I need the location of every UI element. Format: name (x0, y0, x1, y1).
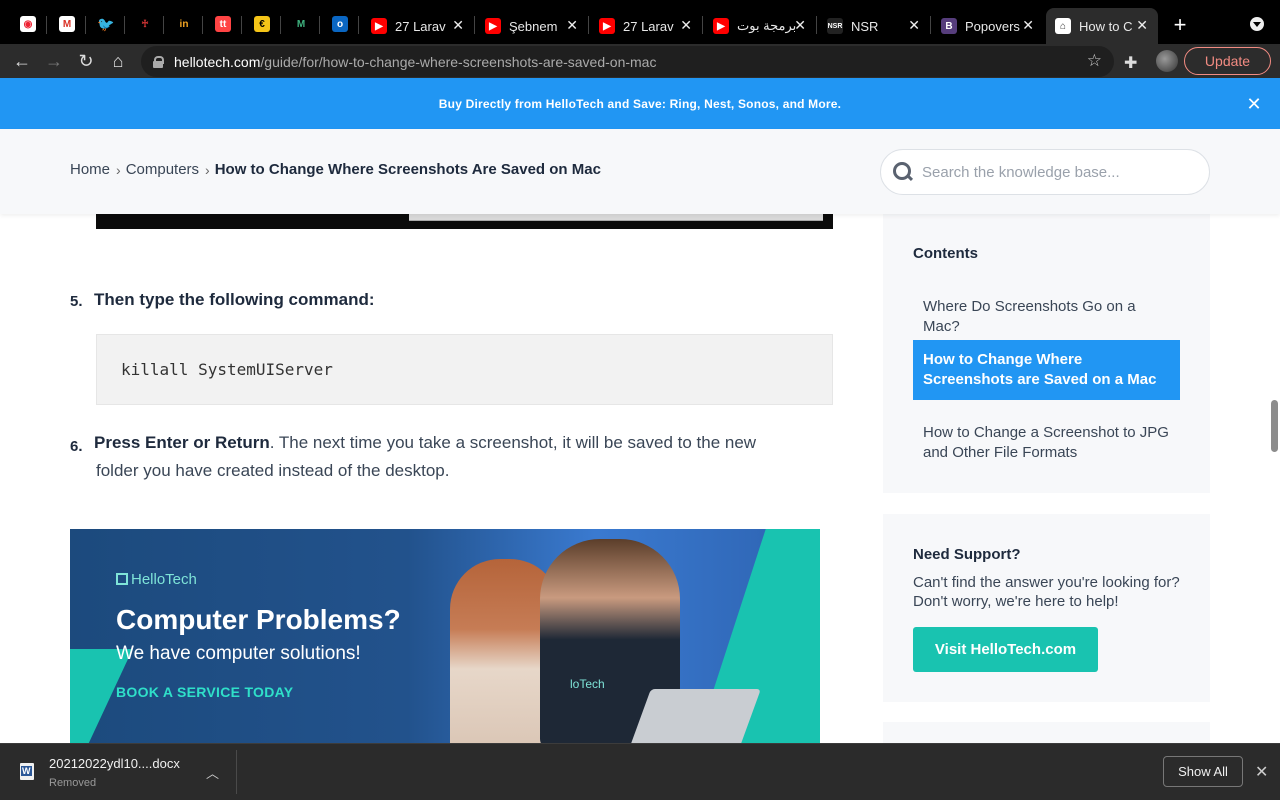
download-shelf: 20212022ydl10....docx Removed ︿ Show All… (0, 743, 1280, 800)
support-panel: Need Support? Can't find the answer you'… (883, 514, 1210, 702)
promo-banner[interactable]: Buy Directly from HelloTech and Save: Ri… (0, 78, 1280, 129)
tab-title: How to C (1079, 18, 1133, 34)
chevron-right-icon: › (205, 161, 210, 178)
pinned-tab-icon[interactable]: ◉ (20, 16, 36, 32)
search-input[interactable] (922, 163, 1192, 181)
show-all-button[interactable]: Show All (1163, 756, 1243, 787)
shirt-logo-text: loTech (570, 677, 605, 691)
tab-title: NSR (851, 18, 879, 34)
nsr-icon: NSR (827, 18, 843, 34)
ad-headline: Computer Problems? (116, 604, 401, 635)
browser-tab[interactable]: ▶ برمجة بوت ✕ (704, 8, 816, 44)
step-text-continued: folder you have created instead of the d… (96, 461, 450, 480)
hellotech-logo: HelloTech (116, 571, 197, 588)
gmail-icon[interactable]: M (59, 16, 75, 32)
house-icon (116, 572, 128, 585)
step-text: Then type the following command: (94, 290, 375, 309)
close-tab-icon[interactable]: ✕ (794, 17, 806, 34)
chevron-up-icon[interactable]: ︿ (206, 763, 219, 782)
browser-tab[interactable]: ▶ Şebnem ✕ (476, 8, 588, 44)
code-text: killall SystemUIServer (121, 360, 333, 379)
scrollbar-thumb[interactable] (1271, 400, 1278, 452)
ad-banner[interactable]: HelloTech Computer Problems? We have com… (70, 529, 820, 743)
home-button[interactable]: ⌂ (105, 48, 131, 74)
support-title: Need Support? (913, 546, 1021, 563)
book-service-link[interactable]: BOOK A SERVICE TODAY (116, 684, 293, 700)
support-text: Can't find the answer you're looking for… (913, 574, 1180, 610)
step-text: Press Enter or Return. The next time you… (94, 433, 757, 452)
tab-title: Şebnem (509, 18, 558, 34)
reload-button[interactable]: ↻ (73, 48, 99, 74)
search-icon (893, 162, 913, 182)
bootstrap-icon: B (941, 18, 957, 34)
forward-button[interactable]: → (41, 48, 67, 74)
pinned-tab-icon[interactable]: ♰ (137, 16, 153, 32)
close-tab-icon[interactable]: ✕ (908, 17, 920, 34)
browser-tab[interactable]: B Popovers ✕ (932, 8, 1044, 44)
invision-icon[interactable]: in (176, 16, 192, 32)
new-tab-button[interactable]: + (1168, 12, 1192, 38)
youtube-icon: ▶ (599, 18, 615, 34)
pinned-tab-icon[interactable]: M (293, 16, 309, 32)
youtube-icon: ▶ (371, 18, 387, 34)
toc-item[interactable]: Where Do Screenshots Go on a Mac? (913, 287, 1180, 347)
tt-icon[interactable]: tt (215, 16, 231, 32)
back-button[interactable]: ← (9, 48, 35, 74)
browser-tab[interactable]: ▶ 27 Larav ✕ (590, 8, 702, 44)
browser-toolbar: ← → ↻ ⌂ hellotech.com/guide/for/how-to-c… (0, 44, 1280, 78)
update-button[interactable]: Update (1184, 47, 1271, 75)
contents-title: Contents (913, 245, 978, 262)
bookmark-star-icon[interactable]: ☆ (1087, 51, 1102, 71)
step-number: 6. (70, 438, 83, 455)
close-icon[interactable]: ✕ (1255, 762, 1268, 782)
tab-search-icon[interactable] (1250, 17, 1264, 31)
download-status: Removed (49, 777, 97, 789)
close-tab-icon[interactable]: ✕ (1022, 17, 1034, 34)
browser-tab-strip: ◉ M 🐦 ♰ in tt € M o ▶ 27 Larav ✕ ▶ Şebne… (0, 0, 1280, 44)
youtube-icon: ▶ (713, 18, 729, 34)
promo-text[interactable]: Buy Directly from HelloTech and Save: Ri… (439, 97, 841, 111)
ad-subline: We have computer solutions! (116, 643, 361, 664)
toc-item[interactable]: How to Change a Screenshot to JPG and Ot… (913, 413, 1180, 473)
close-tab-icon[interactable]: ✕ (566, 17, 578, 34)
close-tab-icon[interactable]: ✕ (452, 17, 464, 34)
youtube-icon: ▶ (485, 18, 501, 34)
twitter-icon[interactable]: 🐦 (97, 16, 114, 32)
breadcrumb: Home › Computers › How to Change Where S… (70, 161, 601, 178)
contents-panel: Contents Where Do Screenshots Go on a Ma… (883, 214, 1210, 493)
breadcrumb-home[interactable]: Home (70, 161, 110, 178)
tab-title: برمجة بوت (737, 18, 797, 33)
tab-title: 27 Larav (623, 18, 674, 34)
outlook-icon[interactable]: o (332, 16, 348, 32)
word-doc-icon (20, 763, 34, 780)
toc-item-active[interactable]: How to Change Where Screenshots are Save… (913, 340, 1180, 400)
visit-hellotech-button[interactable]: Visit HelloTech.com (913, 627, 1098, 672)
pinned-tab-icon[interactable]: € (254, 16, 270, 32)
browser-tab[interactable]: ▶ 27 Larav ✕ (362, 8, 474, 44)
close-icon[interactable]: ✕ (1246, 95, 1262, 113)
article-image (96, 214, 833, 229)
close-tab-icon[interactable]: ✕ (1136, 17, 1148, 34)
extensions-puzzle-icon[interactable]: ✚ (1124, 53, 1142, 72)
tab-title: Popovers (965, 18, 1020, 34)
close-tab-icon[interactable]: ✕ (680, 17, 692, 34)
browser-tab[interactable]: NSR NSR ✕ (818, 8, 930, 44)
hellotech-icon: ⌂ (1055, 18, 1071, 34)
code-block: killall SystemUIServer (96, 334, 833, 405)
step-6: 6. Press Enter or Return. The next time … (70, 429, 840, 485)
step-number: 5. (70, 293, 83, 310)
search-box[interactable] (880, 149, 1210, 195)
breadcrumb-current: How to Change Where Screenshots Are Save… (214, 161, 601, 178)
lock-icon[interactable] (153, 55, 164, 68)
address-bar[interactable]: hellotech.com/guide/for/how-to-change-wh… (141, 46, 1114, 77)
site-header: Home › Computers › How to Change Where S… (0, 129, 1280, 214)
chevron-right-icon: › (116, 161, 121, 178)
browser-tab-active[interactable]: ⌂ How to C ✕ (1046, 8, 1158, 44)
ad-photo: loTech (430, 539, 770, 743)
breadcrumb-computers[interactable]: Computers (126, 161, 199, 178)
profile-avatar[interactable] (1156, 50, 1178, 72)
download-filename[interactable]: 20212022ydl10....docx (49, 756, 180, 771)
url-text: hellotech.com/guide/for/how-to-change-wh… (174, 53, 657, 70)
tab-title: 27 Larav (395, 18, 446, 34)
